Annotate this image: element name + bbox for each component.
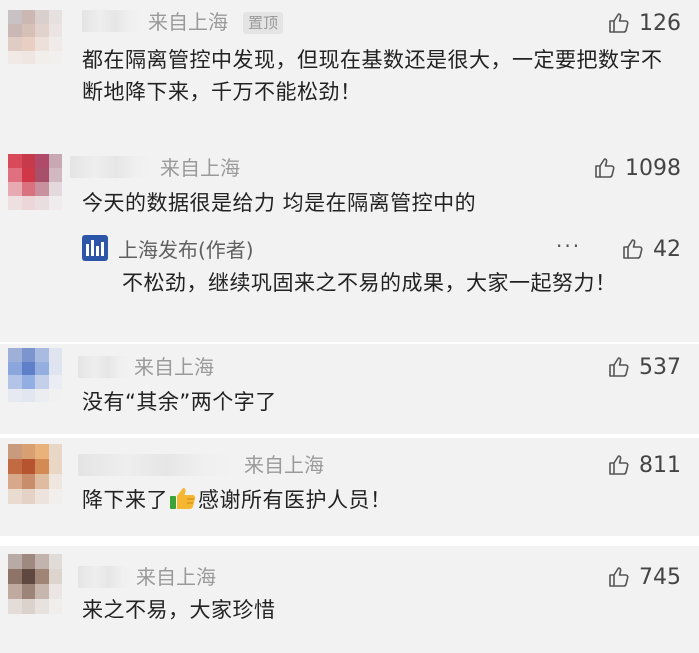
comment-text: 降下来了 感谢所有医护人员！ [82, 484, 671, 516]
comment-text: 来之不易，大家珍惜 [82, 598, 276, 622]
reply-header: 上海发布(作者) [82, 233, 254, 263]
official-account-avatar[interactable] [82, 235, 108, 261]
comment-text-part: 降下来了 [82, 488, 168, 512]
more-options-button[interactable]: ··· [556, 234, 581, 258]
location-label: 来自上海 [244, 453, 324, 477]
thumbs-up-icon [609, 567, 629, 587]
reply-author[interactable]: 上海发布(作者) [118, 234, 254, 263]
nickname-blurred[interactable] [82, 10, 142, 32]
nickname-blurred[interactable] [78, 454, 238, 476]
like-button[interactable]: 1098 [593, 153, 681, 183]
thumbs-up-icon [609, 455, 629, 475]
avatar[interactable] [8, 554, 62, 614]
like-button[interactable]: 745 [607, 562, 681, 592]
nickname-blurred[interactable] [70, 156, 154, 178]
thumbs-up-emoji-icon [170, 488, 196, 509]
avatar[interactable] [8, 348, 62, 402]
comment-text: 今天的数据很是给力 均是在隔离管控中的 [82, 191, 477, 215]
avatar[interactable] [8, 10, 62, 64]
like-count: 126 [639, 10, 681, 36]
comment-text: 没有“其余”两个字了 [82, 390, 277, 414]
like-count: 745 [639, 564, 681, 590]
like-count: 42 [653, 236, 681, 262]
location-label: 来自上海 [148, 10, 228, 34]
nickname-blurred[interactable] [78, 356, 132, 378]
avatar[interactable] [8, 444, 62, 504]
pinned-badge: 置顶 [243, 12, 284, 34]
location-label: 来自上海 [134, 355, 214, 379]
like-button[interactable]: 126 [607, 8, 681, 38]
like-count: 537 [639, 354, 681, 380]
nickname-blurred[interactable] [78, 566, 134, 588]
thumbs-up-icon [609, 357, 629, 377]
like-count: 811 [639, 452, 681, 478]
comment-card: 来自上海 置顶 126 都在隔离管控中发现，但现在基数还是很大，一定要把数字不断… [0, 0, 699, 150]
thumbs-up-icon [623, 239, 643, 259]
like-count: 1098 [625, 155, 681, 181]
comment-card: 来自上海 1098 今天的数据很是给力 均是在隔离管控中的 上海发布(作者) ·… [0, 150, 699, 342]
thumbs-up-icon [595, 158, 615, 178]
like-button[interactable]: 537 [607, 352, 681, 382]
comment-text: 都在隔离管控中发现，但现在基数还是很大，一定要把数字不断地降下来，千万不能松劲！ [82, 48, 663, 104]
like-button[interactable]: 811 [607, 450, 681, 480]
comment-card: 来自上海 745 来之不易，大家珍惜 [0, 546, 699, 653]
comment-text-part: 感谢所有医护人员！ [198, 488, 392, 512]
thumbs-up-icon [609, 13, 629, 33]
reply-like-button[interactable]: 42 [621, 234, 681, 264]
avatar[interactable] [8, 154, 62, 210]
reply-text: 不松劲，继续巩固来之不易的成果，大家一起努力！ [122, 271, 617, 295]
comment-card: 来自上海 537 没有“其余”两个字了 [0, 344, 699, 434]
comment-card: 来自上海 811 降下来了 感谢所有医护人员！ [0, 438, 699, 536]
location-label: 来自上海 [136, 565, 216, 589]
location-label: 来自上海 [160, 156, 240, 180]
